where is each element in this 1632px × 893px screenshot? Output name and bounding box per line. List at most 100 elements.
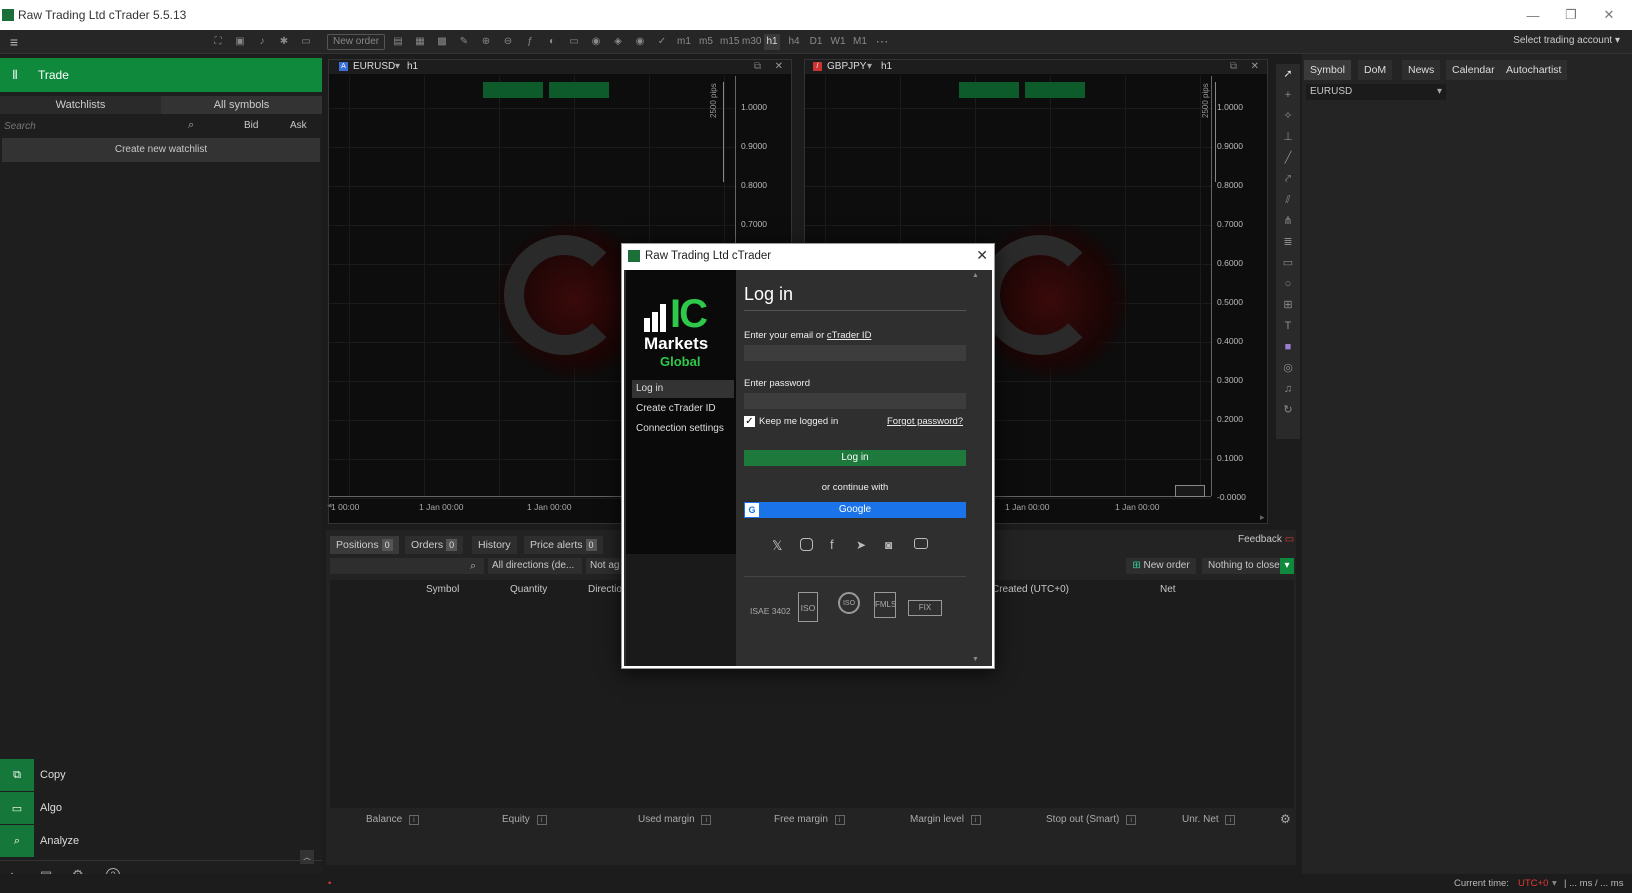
column-net[interactable]: Net [1160, 584, 1176, 595]
select-trading-account[interactable]: Select trading account ▾ [1513, 35, 1620, 46]
symbol-select[interactable]: EURUSD ▾ [1306, 84, 1446, 100]
email-field[interactable] [744, 345, 966, 361]
search-icon[interactable]: ⌕ [188, 119, 194, 132]
fullscreen-icon[interactable]: ⛶ [210, 34, 226, 50]
telegram-icon[interactable]: ➤ [856, 538, 866, 552]
info-icon[interactable]: i [1225, 815, 1236, 825]
info-icon[interactable]: i [536, 815, 547, 825]
sidebar-item-create-ctrader-id[interactable]: Create cTrader ID [632, 400, 734, 418]
log-in-button[interactable]: Log in [744, 450, 966, 466]
chart-symbol[interactable]: EURUSD [353, 61, 395, 72]
timezone-select[interactable]: UTC+0 [1518, 878, 1548, 889]
algo-section[interactable]: ▭ Algo [0, 792, 322, 824]
timeframe-h1-icon[interactable]: h1 [764, 34, 780, 50]
chart-timeframe[interactable]: h1 [881, 61, 892, 72]
channel-icon[interactable]: ⫽ [1276, 190, 1300, 211]
tab-watchlists[interactable]: Watchlists [0, 96, 161, 114]
password-field[interactable] [744, 393, 966, 409]
fibonacci-icon[interactable]: ≣ [1276, 232, 1300, 253]
info-icon[interactable]: i [970, 815, 981, 825]
analyze-section[interactable]: ⌕ Analyze [0, 825, 322, 857]
buy-button[interactable] [549, 82, 609, 98]
search-input[interactable] [4, 118, 184, 134]
chart-symbol[interactable]: GBPJPY [827, 61, 866, 72]
horizontal-line-icon[interactable]: ⊥ [1276, 127, 1300, 148]
trend-line-icon[interactable]: ╱ [1276, 148, 1300, 169]
layout-icon[interactable]: ▣ [232, 34, 248, 50]
timeframe-m5-icon[interactable]: m5 [698, 34, 714, 50]
collapse-icon[interactable]: ︿ [300, 850, 314, 864]
info-icon[interactable]: i [701, 815, 712, 825]
chevron-down-icon[interactable]: ▾ [395, 61, 400, 72]
chart-scroll-handle[interactable] [1175, 485, 1205, 497]
templates-icon[interactable]: ▦ [412, 34, 428, 50]
timeframe-d1-icon[interactable]: D1 [808, 34, 824, 50]
chevron-down-icon[interactable]: ▾ [1552, 878, 1557, 889]
plugins-icon[interactable]: ✱ [276, 34, 292, 50]
bid-column-header[interactable]: Bid [244, 120, 258, 131]
timeframe-h4-icon[interactable]: h4 [786, 34, 802, 50]
settings-check-icon[interactable]: ✓ [654, 34, 670, 50]
tab-dom[interactable]: DoM [1358, 60, 1393, 80]
chart-mode-icon[interactable]: ▭ [298, 34, 314, 50]
scroll-up-icon[interactable]: ▲ [972, 272, 979, 279]
timeframe-m1-icon[interactable]: m1 [676, 34, 692, 50]
other-filter[interactable]: Not ag [586, 558, 626, 574]
info-icon[interactable]: i [834, 815, 845, 825]
tab-orders[interactable]: Orders 0 [405, 536, 464, 554]
chart-timeframe[interactable]: h1 [407, 61, 418, 72]
google-button[interactable]: G Google [744, 502, 966, 518]
directions-filter[interactable]: All directions (de... [488, 558, 582, 574]
discord-icon[interactable]: ◙ [885, 538, 892, 552]
positions-search-input[interactable] [330, 558, 484, 574]
column-symbol[interactable]: Symbol [426, 584, 459, 595]
text-icon[interactable]: T [1276, 316, 1300, 337]
cursor-icon[interactable]: ➚ [1276, 64, 1300, 85]
sound-icon[interactable]: ♪ [254, 34, 270, 50]
tab-positions[interactable]: Positions 0 [330, 536, 399, 554]
measure-icon[interactable]: ⊞ [1276, 295, 1300, 316]
trade-section-header[interactable]: ⫴ Trade [0, 58, 322, 92]
detach-icon[interactable]: ⧉ [754, 61, 761, 72]
timeframe-w1-icon[interactable]: W1 [830, 34, 846, 50]
copy-section[interactable]: ⧉ Copy [0, 759, 322, 791]
sell-button[interactable] [483, 82, 543, 98]
sidebar-item-log-in[interactable]: Log in [632, 380, 734, 398]
chevron-down-icon[interactable]: ▾ [1280, 558, 1294, 574]
grid-icon[interactable]: ▩ [434, 34, 450, 50]
close-chart-icon[interactable]: ✕ [775, 61, 783, 72]
zoom-out-icon[interactable]: ⊖ [500, 34, 516, 50]
tab-calendar[interactable]: Calendar [1446, 60, 1501, 80]
sidebar-item-connection-settings[interactable]: Connection settings [632, 420, 734, 438]
restore-icon[interactable]: ❐ [1552, 0, 1590, 30]
layers-icon[interactable]: ◈ [610, 34, 626, 50]
sell-button[interactable] [959, 82, 1019, 98]
history-icon[interactable]: ↻ [1276, 400, 1300, 421]
info-icon[interactable]: i [408, 815, 419, 825]
trade-icon[interactable]: ▭ [566, 34, 582, 50]
bell-icon[interactable]: ♫ [1276, 379, 1300, 400]
y-axis[interactable] [1211, 76, 1212, 496]
tab-all-symbols[interactable]: All symbols [161, 96, 322, 114]
rectangle-icon[interactable]: ▭ [1276, 253, 1300, 274]
more-icon[interactable]: ⋯ [874, 34, 890, 50]
settings-gear-icon[interactable]: ⚙ [1280, 812, 1291, 826]
feedback-button[interactable]: Feedback ▭ [1238, 534, 1294, 545]
ctrader-id-link[interactable]: cTrader ID [827, 330, 872, 341]
timeframe-mn1-icon[interactable]: M1 [852, 34, 868, 50]
chevron-down-icon[interactable]: ▾ [867, 61, 872, 72]
hamburger-menu-icon[interactable]: ≡ [6, 34, 22, 50]
scroll-left-icon[interactable]: ◂ [327, 500, 332, 511]
close-chart-icon[interactable]: ✕ [1251, 61, 1259, 72]
magnet-icon[interactable]: ✧ [1276, 106, 1300, 127]
new-order-button[interactable]: ⊞ New order [1126, 558, 1196, 574]
youtube-icon[interactable] [914, 538, 928, 549]
minimize-icon[interactable]: — [1514, 0, 1552, 30]
keep-logged-in-checkbox[interactable]: ✓ [744, 416, 755, 427]
pitchfork-icon[interactable]: ⋔ [1276, 211, 1300, 232]
search-icon[interactable]: ⌕ [470, 560, 476, 573]
new-order-toolbar-button[interactable]: New order [327, 34, 386, 50]
forgot-password-link[interactable]: Forgot password? [887, 416, 963, 427]
timeframe-m15-icon[interactable]: m15 [720, 34, 739, 50]
create-watchlist-button[interactable]: Create new watchlist [2, 138, 320, 162]
